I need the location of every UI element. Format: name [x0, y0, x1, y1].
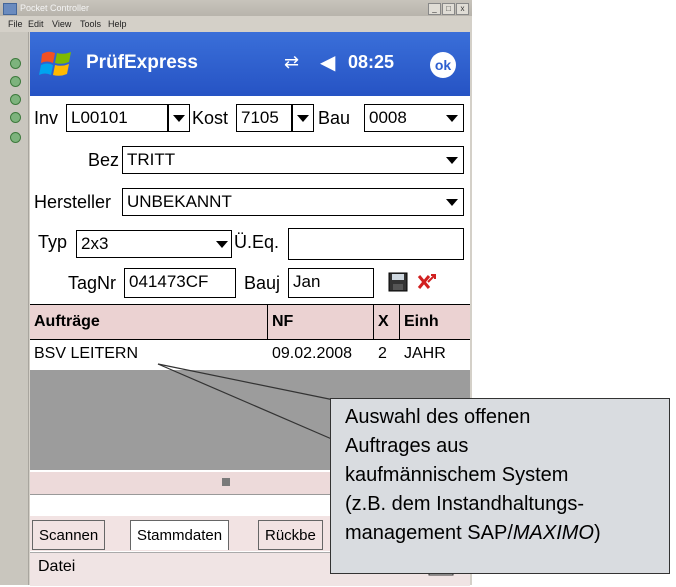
- callout-text: Auswahl des offenen Auftrages aus kaufmä…: [345, 406, 601, 544]
- callout-box: Auswahl des offenen Auftrages aus kaufmä…: [330, 398, 670, 574]
